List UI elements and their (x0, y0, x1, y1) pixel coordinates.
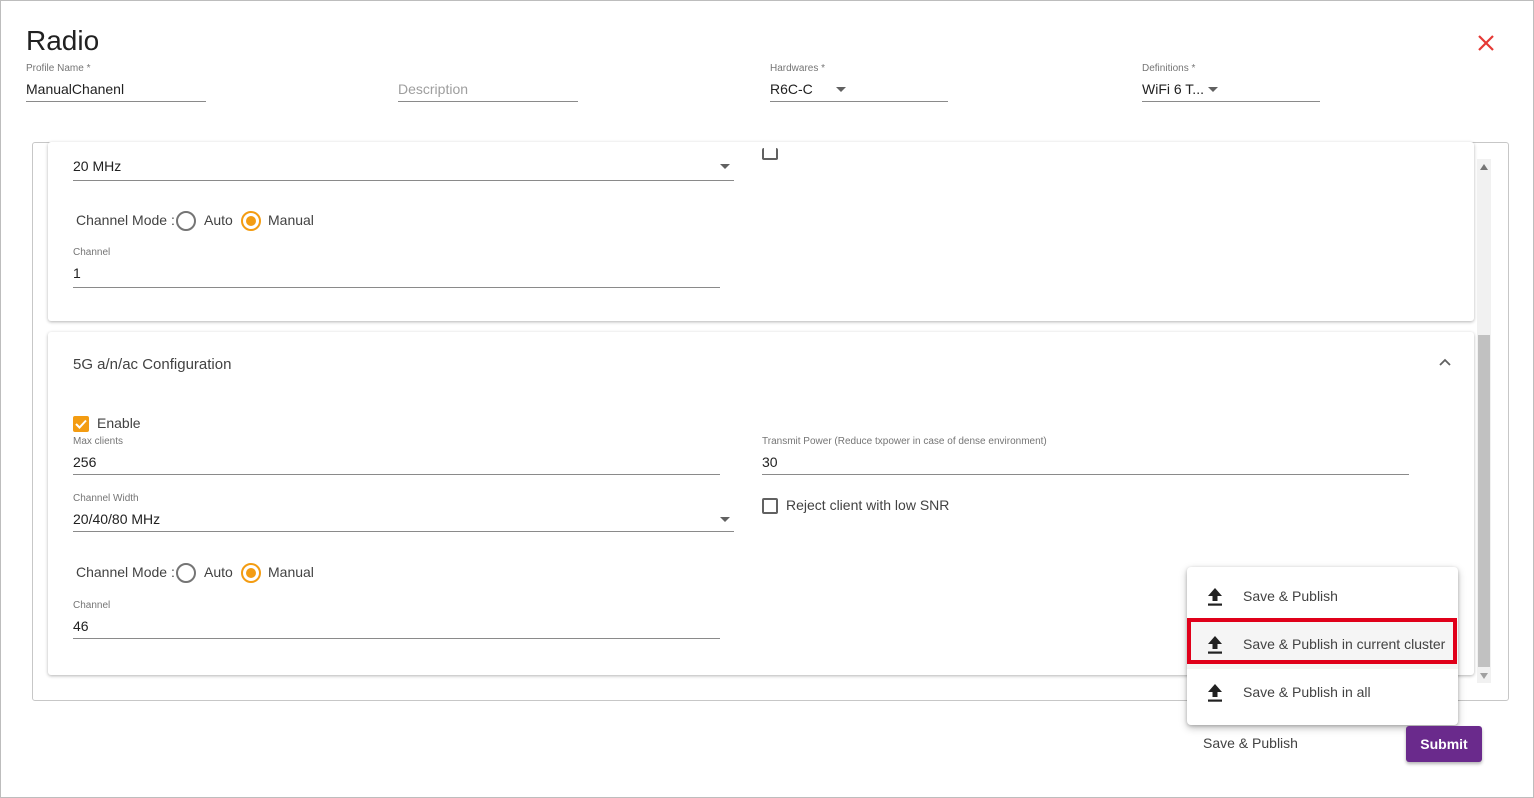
partial-checkbox[interactable] (762, 148, 778, 160)
menu-item-label: Save & Publish (1243, 588, 1338, 604)
chevron-up-icon[interactable] (1438, 355, 1452, 369)
chevron-down-icon (1208, 87, 1218, 92)
profile-name-value: ManualChanenl (26, 81, 125, 97)
radio-manual-5g[interactable] (241, 563, 261, 583)
max-clients-value: 256 (73, 454, 97, 470)
transmit-power-value: 30 (762, 454, 778, 470)
description-placeholder: Description (398, 81, 469, 97)
publish-menu: Save & Publish Save & Publish in current… (1187, 567, 1458, 725)
menu-item-save-publish-current-cluster[interactable]: Save & Publish in current cluster (1187, 621, 1458, 669)
radio-manual-24g[interactable] (241, 211, 261, 231)
profile-name-label: Profile Name * (26, 63, 91, 74)
panel-24g-configuration: 20 MHz Channel Mode : Auto Manual Channe… (48, 142, 1474, 321)
channel-24g-input[interactable]: Channel 1 (73, 247, 720, 289)
radio-auto-5g[interactable] (176, 563, 196, 583)
reject-low-snr-checkbox[interactable] (762, 498, 778, 514)
channel-24g-value: 1 (73, 265, 81, 281)
definitions-label: Definitions * (1142, 63, 1196, 74)
save-publish-button[interactable]: Save & Publish (1203, 735, 1298, 751)
hardwares-value: R6C-C (770, 81, 813, 97)
enable-checkbox[interactable] (73, 416, 89, 432)
channel-mode-24g-label: Channel Mode : (76, 212, 175, 228)
radio-auto-24g[interactable] (176, 211, 196, 231)
transmit-power-label: Transmit Power (Reduce txpower in case o… (762, 436, 1047, 447)
upload-icon (1208, 588, 1222, 606)
description-field[interactable]: Description (398, 63, 578, 103)
radio-manual-5g-label: Manual (268, 564, 314, 580)
radio-dialog: Radio Profile Name * ManualChanenl Descr… (0, 0, 1534, 798)
channel-width-5g-value: 20/40/80 MHz (73, 511, 161, 527)
chevron-down-icon (836, 87, 846, 92)
definitions-value: WiFi 6 T... (1142, 81, 1204, 97)
max-clients-input[interactable]: Max clients 256 (73, 436, 720, 476)
checkmark-icon (75, 419, 87, 429)
channel-5g-label: Channel (73, 600, 111, 611)
channel-24g-label: Channel (73, 247, 111, 258)
menu-item-label: Save & Publish in all (1243, 684, 1371, 700)
transmit-power-input[interactable]: Transmit Power (Reduce txpower in case o… (762, 436, 1409, 476)
channel-5g-value: 46 (73, 618, 89, 634)
close-icon[interactable] (1475, 32, 1497, 54)
menu-item-save-publish-all[interactable]: Save & Publish in all (1187, 669, 1458, 717)
menu-item-save-publish[interactable]: Save & Publish (1187, 573, 1458, 621)
submit-button[interactable]: Submit (1406, 726, 1482, 762)
radio-auto-5g-label: Auto (204, 564, 233, 580)
radio-manual-24g-label: Manual (268, 212, 314, 228)
max-clients-label: Max clients (73, 436, 124, 447)
channel-mode-5g-label: Channel Mode : (76, 564, 175, 580)
chevron-down-icon (720, 517, 730, 522)
radio-auto-24g-label: Auto (204, 212, 233, 228)
menu-item-label: Save & Publish in current cluster (1243, 636, 1446, 652)
hardwares-label: Hardwares * (770, 63, 826, 74)
channel-width-24g-select[interactable]: 20 MHz (73, 156, 734, 182)
dialog-title: Radio (26, 25, 100, 56)
hardwares-select[interactable]: Hardwares * R6C-C (770, 63, 948, 103)
channel-width-24g-value: 20 MHz (73, 158, 122, 174)
section-5g-title[interactable]: 5G a/n/ac Configuration (73, 356, 231, 373)
upload-icon (1208, 684, 1222, 702)
profile-name-field[interactable]: Profile Name * ManualChanenl (26, 63, 206, 103)
definitions-select[interactable]: Definitions * WiFi 6 T... (1142, 63, 1320, 103)
chevron-down-icon (720, 164, 730, 169)
upload-icon (1208, 636, 1222, 654)
channel-mode-24g: Channel Mode : Auto Manual (76, 210, 376, 234)
channel-width-5g-select[interactable]: Channel Width 20/40/80 MHz (73, 493, 734, 533)
channel-5g-input[interactable]: Channel 46 (73, 600, 720, 640)
reject-low-snr-label: Reject client with low SNR (786, 497, 950, 513)
channel-width-5g-label: Channel Width (73, 493, 139, 504)
scroll-down-arrow-icon[interactable] (1480, 673, 1488, 679)
scroll-up-arrow-icon[interactable] (1480, 164, 1488, 170)
scrollbar-thumb[interactable] (1478, 335, 1490, 667)
channel-mode-5g: Channel Mode : Auto Manual (76, 562, 376, 586)
enable-label: Enable (97, 415, 141, 431)
